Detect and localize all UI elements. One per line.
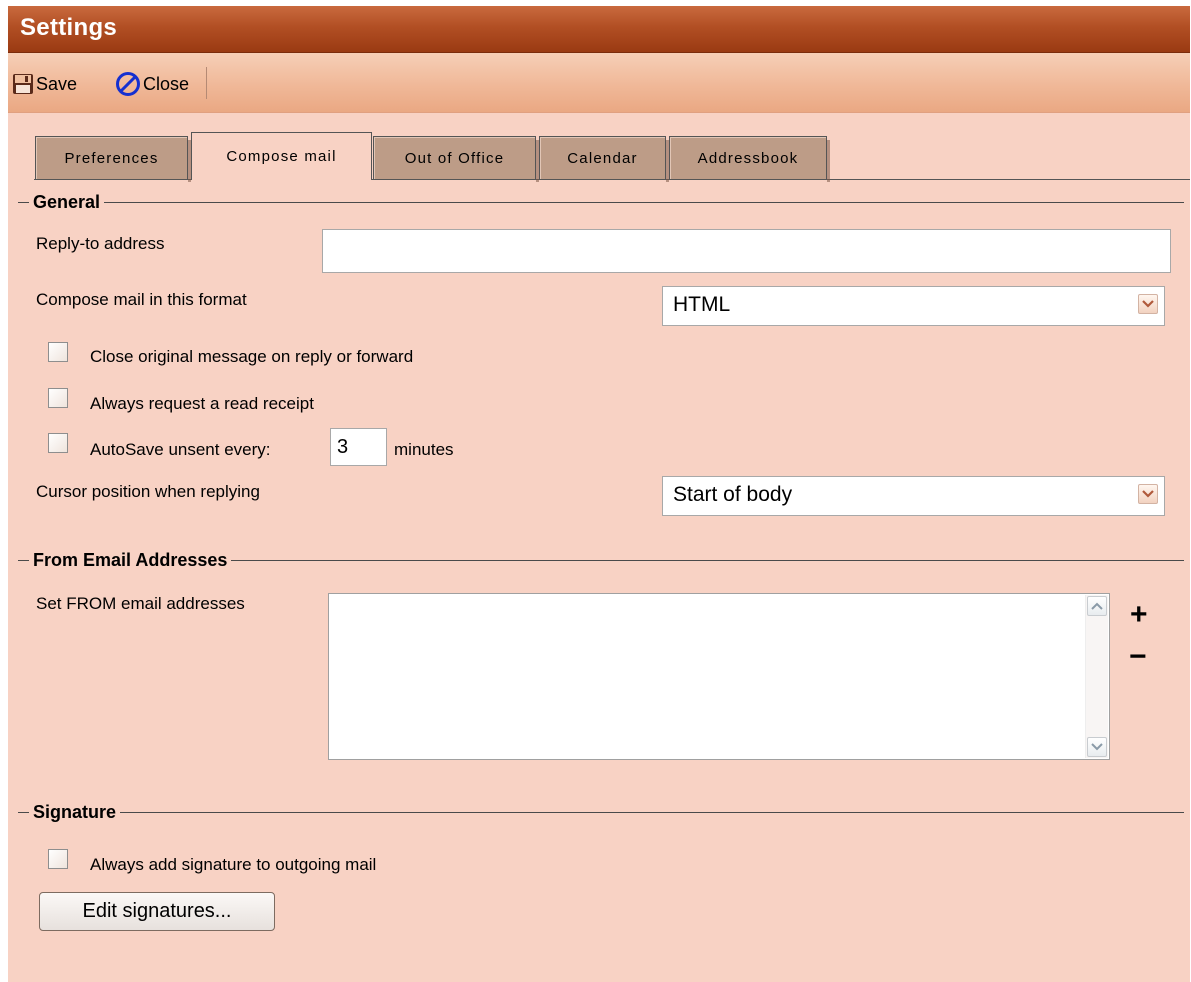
tab-label: Out of Office: [404, 149, 505, 167]
section-title: Signature: [29, 802, 121, 822]
tab-compose-mail[interactable]: Compose mail: [191, 132, 372, 180]
tab-label: Addressbook: [697, 149, 799, 167]
always-add-signature-label: Always add signature to outgoing mail: [90, 855, 377, 874]
close-label: Close: [143, 73, 190, 94]
close-original-label: Close original message on reply or forwa…: [90, 347, 414, 366]
tab-addressbook[interactable]: Addressbook: [669, 136, 830, 182]
section-title: From Email Addresses: [29, 550, 232, 570]
read-receipt-label: Always request a read receipt: [90, 394, 314, 413]
cursor-position-select[interactable]: Start of body: [662, 476, 1165, 516]
from-addresses-label: Set FROM email addresses: [36, 594, 245, 613]
reply-to-label: Reply-to address: [36, 234, 165, 253]
tab-label: Compose mail: [226, 148, 337, 165]
autosave-unit-label: minutes: [394, 440, 454, 459]
toolbar-separator: [206, 67, 207, 99]
no-entry-icon: [115, 71, 143, 97]
tab-bar: Preferences Compose mail Out of Office C…: [8, 132, 1190, 182]
chevron-down-icon[interactable]: [1138, 484, 1158, 504]
cursor-position-selected-value: Start of body: [673, 483, 793, 506]
section-title: General: [29, 192, 105, 212]
format-label: Compose mail in this format: [36, 290, 247, 309]
window-title: Settings: [20, 14, 118, 41]
chevron-down-icon[interactable]: [1138, 294, 1158, 314]
toolbar: Save Close: [8, 53, 1190, 113]
cursor-position-label: Cursor position when replying: [36, 482, 260, 501]
from-addresses-list[interactable]: [328, 593, 1110, 760]
title-bar: Settings: [8, 6, 1190, 53]
autosave-label: AutoSave unsent every:: [90, 440, 271, 459]
chevron-up-icon[interactable]: [1087, 596, 1107, 616]
from-addresses-section-heading: From Email Addresses: [18, 550, 1184, 570]
general-section-heading: General: [18, 192, 1184, 212]
scrollbar[interactable]: [1085, 595, 1108, 758]
floppy-disk-icon: [12, 73, 36, 95]
save-label: Save: [36, 73, 78, 94]
remove-address-button[interactable]: −: [1129, 642, 1147, 672]
tab-calendar[interactable]: Calendar: [539, 136, 669, 182]
chevron-down-icon[interactable]: [1087, 737, 1107, 757]
reply-to-input[interactable]: [322, 229, 1171, 273]
tab-label: Preferences: [64, 149, 159, 167]
edit-signatures-button[interactable]: Edit signatures...: [39, 892, 275, 931]
tab-label: Calendar: [567, 149, 638, 167]
autosave-minutes-input[interactable]: [330, 428, 387, 466]
save-button[interactable]: Save: [12, 71, 77, 97]
autosave-checkbox[interactable]: [48, 433, 68, 453]
tab-preferences[interactable]: Preferences: [35, 136, 191, 182]
settings-window: Settings Save Close Preferences Compose …: [8, 6, 1190, 982]
signature-section-heading: Signature: [18, 802, 1184, 822]
always-add-signature-checkbox[interactable]: [48, 849, 68, 869]
close-original-checkbox[interactable]: [48, 342, 68, 362]
add-address-button[interactable]: +: [1130, 600, 1148, 630]
tab-out-of-office[interactable]: Out of Office: [373, 136, 539, 182]
close-button[interactable]: Close: [115, 71, 189, 97]
format-select[interactable]: HTML: [662, 286, 1165, 326]
format-selected-value: HTML: [673, 293, 731, 316]
read-receipt-checkbox[interactable]: [48, 388, 68, 408]
